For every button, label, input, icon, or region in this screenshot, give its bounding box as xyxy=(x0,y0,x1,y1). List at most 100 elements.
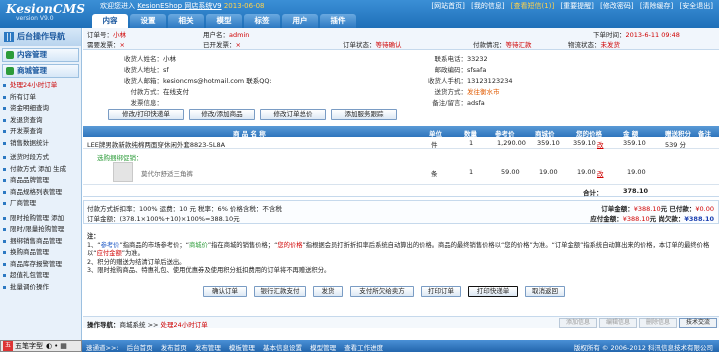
sidebar-item-gift-pack[interactable]: 超值礼包管理 xyxy=(0,270,81,282)
main-tabs: 内容 设置 相关 模型 标签 用户 插件 xyxy=(92,14,358,28)
goods-mall-price: 19.00 xyxy=(539,168,558,176)
quick-link-models[interactable]: 模型管理 xyxy=(310,344,336,352)
tab-settings[interactable]: 设置 xyxy=(130,14,166,28)
label: 联系电话： xyxy=(434,55,468,63)
tab-plugins[interactable]: 插件 xyxy=(320,14,356,28)
pay-seller-button[interactable]: 支付所欠给卖方 xyxy=(350,286,414,297)
keyboard-icon: ▦ xyxy=(60,342,67,350)
ime-name: 五笔字型 xyxy=(15,342,43,350)
sidebar-item-24h-orders[interactable]: 处理24小时订单 xyxy=(0,80,81,92)
tab-content[interactable]: 内容 xyxy=(92,14,128,28)
link-clear-cache[interactable]: [清除缓存] xyxy=(640,2,673,10)
sidebar-item-stock-alert[interactable]: 商品库存报警管理 xyxy=(0,259,81,271)
goods-your-price: 359.10 xyxy=(573,139,596,147)
sidebar-item-bulk-price[interactable]: 批量调价操作 xyxy=(0,282,81,294)
link-my-info[interactable]: [我的信息] xyxy=(471,2,504,10)
table-row: 选购捆绑促销： 莫代尔舒适三角裤 条 1 59.00 19.00 19.00 改… xyxy=(83,149,719,185)
sidebar-item-exchange[interactable]: 换购商品管理 xyxy=(0,247,81,259)
ime-toolbar[interactable]: 五 五笔字型 ◐ • ▦ xyxy=(0,340,82,352)
tab-labels[interactable]: 标签 xyxy=(244,14,280,28)
goods-table-header: 商 品 名 称 单位 数量 参考价 商城价 您的价格 金 额 赠送积分 备注 xyxy=(83,126,719,138)
goods-amount: 359.10 xyxy=(623,139,646,147)
text: 1、“ xyxy=(87,241,101,249)
app-logo: KesionCMS version V9.0 xyxy=(6,2,85,22)
summary-ship-status: 物流状态：未发货 xyxy=(568,39,620,49)
confirm-order-button[interactable]: 确认订单 xyxy=(203,286,247,297)
info-address: 收货人地址：sf xyxy=(83,64,169,74)
top-links: [网站首页] [我的信息] [查看短信(1)] [重要提醒] [修改密码] [清… xyxy=(427,1,713,11)
edit-total-price-button[interactable]: 修改订单总价 xyxy=(260,109,326,120)
link-site-home[interactable]: [网站首页] xyxy=(431,2,464,10)
link-change-password[interactable]: [修改密码] xyxy=(600,2,633,10)
label: 物流状态： xyxy=(568,41,601,49)
sidebar-section-mall[interactable]: 商城管理 xyxy=(2,64,79,78)
change-price-link[interactable]: 改 xyxy=(597,168,604,178)
goods-thumbnail[interactable] xyxy=(113,162,133,182)
print-order-button[interactable]: 打印订单 xyxy=(421,286,461,297)
sidebar-section-content[interactable]: 内容管理 xyxy=(2,48,79,62)
sidebar-item-sales-stats[interactable]: 销售数据统计 xyxy=(0,138,81,150)
sidebar-item-returns[interactable]: 发退货查询 xyxy=(0,115,81,127)
sidebar-item-brands[interactable]: 商品品牌管理 xyxy=(0,175,81,187)
sidebar-section-label: 内容管理 xyxy=(17,50,47,59)
link-messages[interactable]: [查看短信(1)] xyxy=(511,2,554,10)
quick-link-admin-home[interactable]: 后台首页 xyxy=(127,344,153,352)
operation-buttons: 添加信息 编辑信息 删除信息 技术交流 xyxy=(557,318,717,328)
summary-order-no: 订单号：小林 xyxy=(87,29,126,39)
sidebar-item-payment-methods[interactable]: 付款方式 添加 生成 xyxy=(0,164,81,176)
grid-icon xyxy=(4,32,14,42)
ship-button[interactable]: 发货 xyxy=(313,286,343,297)
notes-block: 注： 1、“参考价”指商品的市场参考价；“商城价”指在商城的销售价格；“您的价格… xyxy=(87,233,715,276)
brand-name: KesionCMS xyxy=(6,2,86,16)
label: 邮政编码： xyxy=(434,66,468,74)
info-zip: 邮政编码：sfsafa xyxy=(383,64,487,74)
sidebar-item-specs[interactable]: 商品规格列表管理 xyxy=(0,187,81,199)
link-logout[interactable]: [安全退出] xyxy=(680,2,713,10)
value: ¥0.00 xyxy=(695,205,714,213)
edit-add-goods-button[interactable]: 修改/添加商品 xyxy=(189,109,255,120)
print-express-button[interactable]: 打印快递单 xyxy=(468,286,518,297)
breadcrumb-current[interactable]: 处理24小时订单 xyxy=(161,321,208,329)
sidebar-item-funds[interactable]: 资金明细查询 xyxy=(0,103,81,115)
bank-transfer-button[interactable]: 银行汇款支付 xyxy=(254,286,306,297)
col-ref-price: 参考价 xyxy=(495,129,515,138)
label: 元 尚欠款： xyxy=(649,215,685,223)
table-row: LEE牌男款新款纯棉两面穿休闲外套8823-5L8A 件 1 1,290.00 … xyxy=(83,137,719,149)
label: 下单时间： xyxy=(593,31,626,39)
goods-name[interactable]: LEE牌男款新款纯棉两面穿休闲外套8823-5L8A xyxy=(87,139,225,149)
sidebar-item-flash-sale[interactable]: 限时抢购管理 添加 xyxy=(0,213,81,225)
sidebar-item-delivery[interactable]: 送货时段方式 xyxy=(0,152,81,164)
site-link[interactable]: KesionEShop 网店系统V9 xyxy=(137,2,221,10)
text: ”为准。 xyxy=(121,250,144,257)
quick-link-progress[interactable]: 查看工作进度 xyxy=(344,344,383,352)
quick-link-templates[interactable]: 模板管理 xyxy=(229,344,255,352)
value: 等待汇款 xyxy=(505,41,532,49)
tech-exchange-button[interactable]: 技术交流 xyxy=(679,318,717,328)
goods-name[interactable]: 莫代尔舒适三角裤 xyxy=(141,168,193,178)
label: 订单状态： xyxy=(343,41,376,49)
sidebar-section-label: 商城管理 xyxy=(17,66,47,75)
sidebar-item-all-orders[interactable]: 所有订单 xyxy=(0,92,81,104)
label: 发票信息： xyxy=(130,99,164,107)
sidebar-item-invoices[interactable]: 开发票查询 xyxy=(0,126,81,138)
sidebar-item-limited-sale[interactable]: 限时/限量抢购管理 xyxy=(0,224,81,236)
change-price-link[interactable]: 改 xyxy=(597,139,604,149)
tab-users[interactable]: 用户 xyxy=(282,14,318,28)
delete-info-button[interactable]: 删除信息 xyxy=(639,318,677,328)
edit-print-express-button[interactable]: 修改/打印快递单 xyxy=(108,109,184,120)
quick-link-basic-settings[interactable]: 基本信息设置 xyxy=(263,344,302,352)
quick-link-publish-home[interactable]: 发布首页 xyxy=(161,344,187,352)
breadcrumb: 商城系统 >> xyxy=(119,321,161,329)
tab-related[interactable]: 相关 xyxy=(168,14,204,28)
sidebar-item-vendors[interactable]: 厂商管理 xyxy=(0,198,81,210)
tab-models[interactable]: 模型 xyxy=(206,14,242,28)
value: sfsafa xyxy=(467,66,487,74)
sidebar-item-bundles[interactable]: 捆绑销售商品管理 xyxy=(0,236,81,248)
edit-info-button[interactable]: 编辑信息 xyxy=(599,318,637,328)
add-service-track-button[interactable]: 添加服务跟踪 xyxy=(331,109,397,120)
link-reminders[interactable]: [重要提醒] xyxy=(560,2,593,10)
add-info-button[interactable]: 添加信息 xyxy=(559,318,597,328)
cancel-return-button[interactable]: 取消返回 xyxy=(525,286,565,297)
brand-version: version V9.0 xyxy=(16,15,54,22)
quick-link-publish-manage[interactable]: 发布管理 xyxy=(195,344,221,352)
